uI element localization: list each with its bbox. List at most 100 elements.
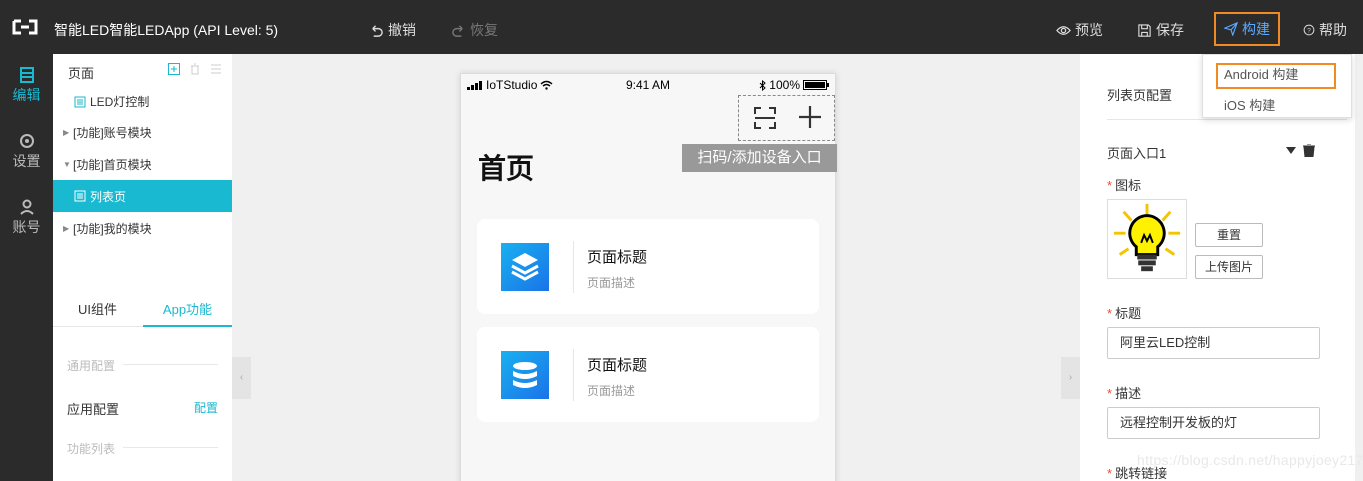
scan-add-entry[interactable] (738, 95, 835, 141)
card-divider (573, 349, 574, 401)
build-label: 构建 (1242, 21, 1270, 37)
title-input[interactable]: 阿里云LED控制 (1107, 327, 1320, 359)
required-mark: * (1107, 386, 1113, 401)
config-title: 列表页配置 (1107, 88, 1173, 103)
collapsed-arrow-icon: ▶ (63, 128, 70, 137)
nav-item-settings[interactable]: 设置 (0, 133, 53, 171)
save-icon (1138, 23, 1151, 37)
feature-list-heading: 功能列表 (67, 442, 116, 456)
tree-item-label: LED灯控制 (90, 95, 150, 109)
help-icon: ? (1303, 24, 1315, 36)
wifi-icon (540, 80, 553, 90)
undo-icon (372, 24, 383, 37)
preview-label: 预览 (1075, 22, 1103, 38)
tree-item-home-module[interactable]: ▼ [功能]首页模块 (53, 149, 232, 180)
undo-label: 撤销 (388, 22, 416, 38)
help-button[interactable]: ? 帮助 (1303, 20, 1347, 40)
tree-item-label: 列表页 (90, 189, 127, 204)
add-icon (799, 106, 821, 128)
pages-header: 页面 (53, 54, 232, 86)
collapse-right-button[interactable]: › (1061, 357, 1080, 399)
card-desc: 页面描述 (587, 384, 636, 398)
nav-item-edit[interactable]: 编辑 (0, 67, 53, 105)
icon-label: * 图标 (1107, 178, 1142, 193)
design-canvas: ‹ › IoTStudio 9:41 AM 100% 扫码/添加设备入口 首页 (232, 54, 1080, 481)
collapse-triangle-icon[interactable] (1285, 144, 1297, 156)
app-config-link[interactable]: 配置 (194, 399, 218, 416)
tree-item-list-page[interactable]: 列表页 (53, 180, 232, 212)
status-bar: IoTStudio 9:41 AM 100% (461, 74, 835, 96)
undo-button[interactable]: 撤销 (369, 20, 416, 40)
database-icon (501, 351, 549, 399)
redo-label: 恢复 (470, 22, 498, 38)
tree-item-my-module[interactable]: ▶ [功能]我的模块 (53, 213, 232, 244)
page-entry-card[interactable]: 页面标题 页面描述 (477, 327, 819, 422)
carrier-name: IoTStudio (486, 78, 538, 92)
tree-item-label: [功能]账号模块 (73, 126, 152, 140)
tree-item-led-control[interactable]: LED灯控制 (53, 86, 232, 117)
help-label: 帮助 (1319, 22, 1347, 38)
upload-image-button[interactable]: 上传图片 (1195, 255, 1263, 279)
build-button[interactable]: 构建 (1214, 12, 1280, 46)
scrollbar[interactable] (1355, 54, 1363, 481)
page-icon (74, 190, 86, 202)
required-mark: * (1107, 306, 1113, 321)
app-title: 智能LED智能LEDApp (API Level: 5) (54, 22, 279, 38)
save-button[interactable]: 保存 (1137, 20, 1184, 40)
layers-icon (501, 243, 549, 291)
divider (1107, 119, 1347, 120)
tab-app-features[interactable]: App功能 (143, 295, 232, 327)
signal-icon (467, 80, 482, 90)
page-entry-card[interactable]: 页面标题 页面描述 (477, 219, 819, 314)
scan-icon (754, 107, 776, 129)
app-config-label: 应用配置 (67, 402, 120, 417)
tree-item-label: [功能]首页模块 (73, 158, 152, 172)
redo-button[interactable]: 恢复 (451, 20, 498, 40)
user-icon (19, 199, 34, 215)
description-input[interactable]: 远程控制开发板的灯 (1107, 407, 1320, 439)
description-label: * 描述 (1107, 386, 1142, 401)
pages-panel: 页面 LED灯控制 ▶ [功能]账号模块 ▼ [功能]首页模块 列表页 ▶ [功… (53, 54, 232, 481)
card-desc: 页面描述 (587, 276, 636, 290)
title-label: * 标题 (1107, 306, 1142, 321)
save-label: 保存 (1156, 22, 1184, 38)
divider (123, 447, 218, 448)
bulb-icon (1107, 199, 1187, 279)
card-divider (573, 241, 574, 293)
tree-item-label: [功能]我的模块 (73, 222, 152, 236)
collapse-left-button[interactable]: ‹ (232, 357, 251, 399)
nav-settings-label: 设置 (12, 153, 41, 169)
trash-icon[interactable] (1303, 144, 1315, 157)
highlight-box (1216, 63, 1336, 89)
nav-account-label: 账号 (12, 219, 41, 235)
pages-title: 页面 (68, 66, 95, 81)
card-title: 页面标题 (587, 357, 648, 374)
tree-item-account-module[interactable]: ▶ [功能]账号模块 (53, 117, 232, 148)
left-nav: 编辑 设置 账号 (0, 54, 53, 481)
tab-ui-components[interactable]: UI组件 (53, 295, 142, 327)
delete-page-icon[interactable] (189, 63, 201, 75)
redo-icon (452, 24, 463, 37)
scan-tooltip: 扫码/添加设备入口 (682, 144, 837, 172)
page-title: 首页 (478, 153, 535, 184)
page-icon (74, 96, 86, 107)
collapsed-arrow-icon: ▶ (63, 224, 70, 233)
top-bar: 智能LED智能LEDApp (API Level: 5) 撤销 恢复 预览 保存… (0, 0, 1363, 54)
add-page-icon[interactable] (168, 63, 180, 75)
ios-build-option[interactable]: iOS 构建 (1224, 95, 1275, 114)
eye-icon (1056, 25, 1071, 35)
svg-text:?: ? (1307, 28, 1311, 35)
reset-button[interactable]: 重置 (1195, 223, 1263, 247)
preview-button[interactable]: 预览 (1056, 20, 1103, 40)
component-tabs: UI组件 App功能 (53, 295, 232, 327)
send-icon (1224, 22, 1238, 36)
app-logo-icon (12, 19, 38, 35)
required-mark: * (1107, 178, 1113, 193)
battery-percent: 100% (769, 78, 800, 92)
nav-edit-label: 编辑 (12, 87, 41, 103)
watermark: https://blog.csdn.net/happyjoey217 (1137, 452, 1363, 468)
nav-item-account[interactable]: 账号 (0, 199, 53, 237)
general-config-heading: 通用配置 (67, 359, 116, 373)
expanded-arrow-icon: ▼ (63, 160, 71, 169)
menu-icon[interactable] (210, 63, 222, 75)
